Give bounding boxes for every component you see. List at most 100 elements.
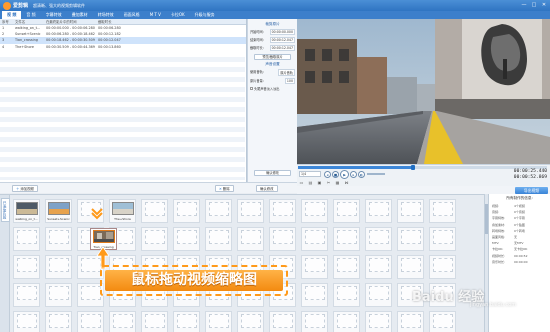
storyboard-empty-slot[interactable] xyxy=(45,255,72,279)
next-frame-button[interactable]: ▸ xyxy=(350,171,357,178)
storyboard-empty-slot[interactable] xyxy=(301,227,328,251)
volume-icon[interactable]: ◐ xyxy=(358,171,365,178)
added-clips-tab[interactable]: 已添加片段 xyxy=(1,198,10,222)
tab-subtitle-effects[interactable]: 字幕特效 xyxy=(41,11,67,19)
storyboard-empty-slot[interactable] xyxy=(45,311,72,332)
volume-field[interactable]: 100 xyxy=(284,77,295,84)
storyboard-empty-slot[interactable] xyxy=(333,283,360,307)
storyboard-empty-slot[interactable] xyxy=(397,227,424,251)
duration-field[interactable]: 00:00:12.047 xyxy=(269,45,295,52)
video-preview[interactable] xyxy=(297,19,550,164)
storyboard-empty-slot[interactable] xyxy=(397,311,424,332)
audio-track-select[interactable]: 原片音轨 xyxy=(278,68,295,76)
storyboard-clip[interactable]: The+Shore xyxy=(109,199,136,223)
info-row: 音乐时长: 00:00:00 xyxy=(492,260,547,264)
table-row[interactable]: 4 The+Shore 00:00:30.509 - 00:00:44.369 … xyxy=(0,44,246,50)
storyboard-empty-slot[interactable] xyxy=(141,311,168,332)
storyboard-empty-slot[interactable] xyxy=(429,311,456,332)
storyboard-empty-slot[interactable] xyxy=(13,255,40,279)
stop-button[interactable]: ■ xyxy=(332,171,339,178)
preview-trim-button[interactable]: 预览/截取原片 xyxy=(254,53,291,60)
storyboard-empty-slot[interactable] xyxy=(173,227,200,251)
storyboard-empty-slot[interactable] xyxy=(301,255,328,279)
storyboard-empty-slot[interactable] xyxy=(269,311,296,332)
storyboard-empty-slot[interactable] xyxy=(77,311,104,332)
storyboard-empty-slot[interactable] xyxy=(365,311,392,332)
col-index[interactable]: 序号 xyxy=(0,19,13,24)
storyboard-empty-slot[interactable] xyxy=(45,283,72,307)
tab-upgrade-service[interactable]: 升级与服务 xyxy=(190,11,220,19)
confirm-changes-button[interactable]: 确认修改 xyxy=(256,185,278,192)
storyboard-empty-slot[interactable] xyxy=(301,311,328,332)
tab-audio[interactable]: 音 频 xyxy=(21,11,40,19)
cut-icon[interactable]: ✂ xyxy=(326,180,331,185)
storyboard-empty-slot[interactable] xyxy=(397,255,424,279)
maximize-button[interactable]: □ xyxy=(530,2,538,9)
storyboard-empty-slot[interactable] xyxy=(269,199,296,223)
col-duration[interactable]: 截取时长 xyxy=(96,19,136,24)
storyboard-empty-slot[interactable] xyxy=(237,199,264,223)
storyboard-empty-slot[interactable] xyxy=(205,311,232,332)
storyboard-empty-slot[interactable] xyxy=(301,199,328,223)
add-video-button[interactable]: ＋添加视频 xyxy=(12,185,38,192)
storyboard-empty-slot[interactable] xyxy=(429,227,456,251)
grid-icon[interactable]: ▦ xyxy=(335,180,340,185)
fade-checkbox[interactable] xyxy=(250,86,253,90)
list-icon[interactable]: ▤ xyxy=(308,180,313,185)
storyboard-empty-slot[interactable] xyxy=(365,255,392,279)
storyboard-clip[interactable]: Sunset+Scenic xyxy=(45,199,72,223)
apply-changes-button[interactable]: 确认修改 xyxy=(254,170,291,176)
storyboard-empty-slot[interactable] xyxy=(333,227,360,251)
storyboard-empty-slot[interactable] xyxy=(205,227,232,251)
storyboard-empty-slot[interactable] xyxy=(269,227,296,251)
start-time-field[interactable]: 00:00:00.000 xyxy=(269,29,295,35)
storyboard-empty-slot[interactable] xyxy=(397,199,424,223)
storyboard-empty-slot[interactable] xyxy=(333,199,360,223)
share-icon[interactable]: ⋈ xyxy=(344,180,349,185)
zoom-select[interactable]: 1/4 xyxy=(299,171,321,177)
storyboard-empty-slot[interactable] xyxy=(13,283,40,307)
storyboard-empty-slot[interactable] xyxy=(141,227,168,251)
fullscreen-icon[interactable]: ▭ xyxy=(299,180,304,185)
storyboard-empty-slot[interactable] xyxy=(301,283,328,307)
fade-checkbox-row[interactable]: 头尾声音淡入淡出 xyxy=(250,86,295,91)
tab-picture-style[interactable]: 画面风格 xyxy=(119,11,145,19)
minimize-button[interactable]: — xyxy=(520,2,528,9)
volume-slider[interactable] xyxy=(367,173,385,175)
export-video-button[interactable]: 导出视频 xyxy=(515,187,548,194)
col-filename[interactable]: 文件名 xyxy=(13,19,44,24)
storyboard-empty-slot[interactable] xyxy=(173,199,200,223)
tab-overlay-material[interactable]: 叠加素材 xyxy=(67,11,93,19)
storyboard-empty-slot[interactable] xyxy=(365,283,392,307)
end-time-field[interactable]: 00:00:12.047 xyxy=(269,37,295,44)
progress-handle[interactable] xyxy=(410,165,415,170)
storyboard-empty-slot[interactable] xyxy=(173,311,200,332)
close-button[interactable]: ✕ xyxy=(540,2,548,9)
playback-progress-bar[interactable] xyxy=(298,165,547,170)
tab-transitions[interactable]: 转场特效 xyxy=(93,11,119,19)
storyboard-empty-slot[interactable] xyxy=(429,255,456,279)
storyboard-empty-slot[interactable] xyxy=(365,227,392,251)
storyboard-empty-slot[interactable] xyxy=(429,199,456,223)
storyboard-empty-slot[interactable] xyxy=(365,199,392,223)
tab-video[interactable]: 视 频 xyxy=(2,11,22,19)
delete-icon: ✕ xyxy=(219,187,222,191)
delete-button[interactable]: ✕删除 xyxy=(215,185,234,192)
prev-frame-button[interactable]: ◂ xyxy=(324,171,331,178)
storyboard-empty-slot[interactable] xyxy=(333,255,360,279)
storyboard-empty-slot[interactable] xyxy=(141,199,168,223)
storyboard-empty-slot[interactable] xyxy=(109,311,136,332)
storyboard-empty-slot[interactable] xyxy=(237,311,264,332)
play-button[interactable]: ▶ xyxy=(340,170,349,179)
storyboard-empty-slot[interactable] xyxy=(205,199,232,223)
storyboard-empty-slot[interactable] xyxy=(333,311,360,332)
tab-karaoke[interactable]: 卡拉OK xyxy=(166,11,190,19)
storyboard-empty-slot[interactable] xyxy=(237,227,264,251)
storyboard-empty-slot[interactable] xyxy=(13,311,40,332)
storyboard-clip[interactable]: walking_on_t... xyxy=(13,199,40,223)
tab-mtv[interactable]: M T V xyxy=(145,11,166,19)
storyboard-empty-slot[interactable] xyxy=(45,227,72,251)
col-timeline-range[interactable]: 在最终影片中的时间 xyxy=(44,19,96,24)
snapshot-icon[interactable]: ▣ xyxy=(317,180,322,185)
storyboard-empty-slot[interactable] xyxy=(13,227,40,251)
